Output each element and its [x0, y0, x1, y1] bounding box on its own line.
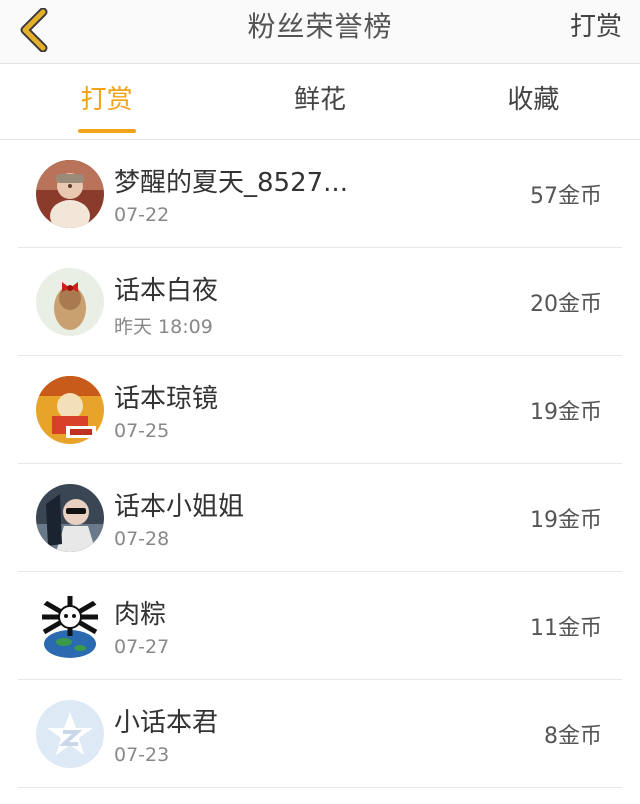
girl-with-bow-icon	[36, 268, 104, 336]
avatar[interactable]	[36, 484, 104, 552]
user-name: 话本小姐姐	[114, 492, 245, 522]
user-name: 话本琼镜	[114, 384, 219, 414]
list-item[interactable]: 话本小姐姐 07-28 19金币	[18, 464, 622, 572]
tab-reward[interactable]: 打赏	[0, 64, 213, 139]
coin-amount: 11金币	[530, 616, 602, 641]
fan-list: 梦醒的夏天_8527... 07-22 57金币 话本白夜 昨天 18:09 2…	[18, 140, 622, 788]
reward-action-button[interactable]: 打赏	[570, 0, 622, 64]
user-name: 肉粽	[114, 600, 167, 630]
timestamp: 昨天 18:09	[114, 316, 213, 338]
header-bar: 粉丝荣誉榜 打赏	[0, 0, 640, 64]
avatar[interactable]	[36, 268, 104, 336]
cartoon-character-icon	[36, 376, 104, 444]
coin-amount: 57金币	[530, 184, 602, 209]
tab-label: 打赏	[80, 85, 133, 115]
timestamp: 07-22	[114, 204, 170, 226]
tab-label: 鲜花	[293, 85, 346, 115]
baby-photo-icon	[36, 160, 104, 228]
timestamp: 07-28	[114, 528, 170, 550]
tab-favorites[interactable]: 收藏	[427, 64, 640, 139]
user-name: 话本白夜	[114, 276, 219, 306]
list-item[interactable]: 话本琼镜 07-25 19金币	[18, 356, 622, 464]
coin-amount: 19金币	[530, 508, 602, 533]
timestamp: 07-27	[114, 636, 170, 658]
active-tab-indicator	[77, 129, 136, 133]
coin-amount: 19金币	[530, 400, 602, 425]
list-item[interactable]: 梦醒的夏天_8527... 07-22 57金币	[18, 140, 622, 248]
avatar[interactable]	[36, 160, 104, 228]
timestamp: 07-25	[114, 420, 170, 442]
person-sunglasses-icon	[36, 484, 104, 552]
list-item[interactable]: 小话本君 07-23 8金币	[18, 680, 622, 788]
coin-amount: 8金币	[544, 724, 602, 749]
user-name: 小话本君	[114, 708, 219, 738]
skull-bones-globe-icon	[36, 592, 104, 660]
page-title: 粉丝荣誉榜	[247, 10, 393, 43]
user-name: 梦醒的夏天_8527...	[114, 168, 348, 198]
tab-label: 收藏	[507, 85, 560, 115]
timestamp: 07-23	[114, 744, 170, 766]
avatar[interactable]	[36, 592, 104, 660]
coin-amount: 20金币	[530, 292, 602, 317]
tab-flowers[interactable]: 鲜花	[213, 64, 426, 139]
tab-bar: 打赏 鲜花 收藏	[0, 64, 640, 140]
avatar[interactable]	[36, 376, 104, 444]
list-item[interactable]: 话本白夜 昨天 18:09 20金币	[18, 248, 622, 356]
list-item[interactable]: 肉粽 07-27 11金币	[18, 572, 622, 680]
default-star-icon	[36, 700, 104, 768]
avatar[interactable]	[36, 700, 104, 768]
